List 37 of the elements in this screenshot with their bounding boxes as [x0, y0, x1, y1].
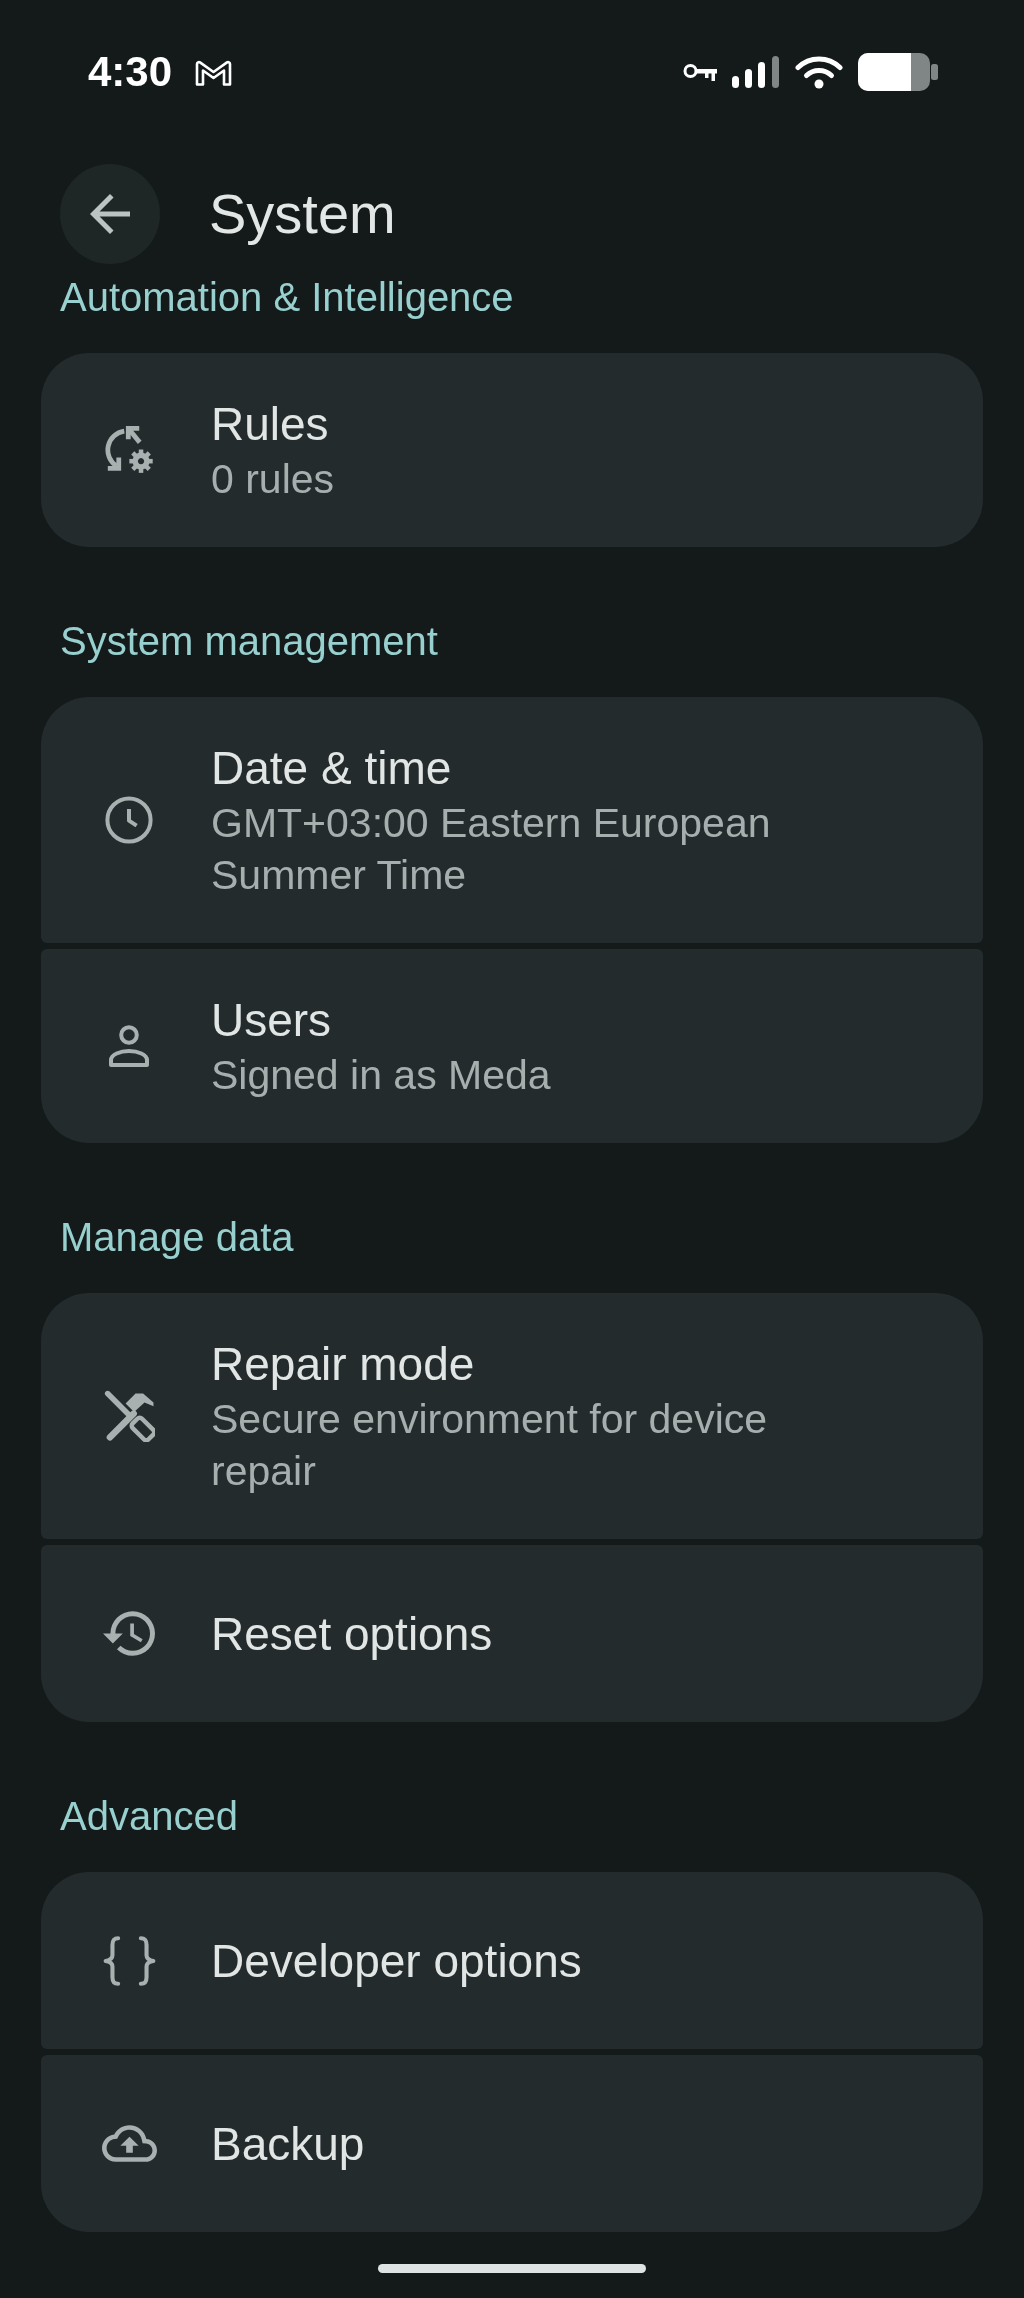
item-title: Date & time [211, 741, 453, 796]
section-header: System management [60, 618, 439, 665]
status-time: 4:30 [88, 51, 173, 93]
battery-icon [858, 53, 938, 91]
hammer-screwdriver-icon [103, 1390, 155, 1442]
key-icon [683, 63, 717, 81]
settings-item[interactable]: Developer options [41, 1872, 983, 2049]
item-subtitle: 0 rules [211, 455, 335, 504]
section-header: Advanced [60, 1793, 239, 1840]
settings-item[interactable]: Repair mode Secure environment for device repair [41, 1293, 983, 1539]
settings-item[interactable]: Rules 0 rules [41, 353, 983, 547]
arrow-left-icon [90, 194, 130, 234]
item-title: Developer options [211, 1933, 582, 1989]
section-header: Automation & Intelligence [60, 274, 515, 321]
person-icon [109, 1025, 149, 1067]
arrows-gear-icon [105, 425, 153, 475]
item-subtitle: Signed in as Meda [211, 1051, 551, 1100]
history-clock-icon [103, 1611, 155, 1656]
item-title: Backup [211, 2116, 365, 2172]
item-title: Rules [211, 397, 330, 452]
settings-item[interactable]: Date & time GMT+03:00 Eastern European Summer Time [41, 697, 983, 943]
curly-braces-icon [101, 1935, 157, 1986]
settings-item[interactable]: Reset options [41, 1545, 983, 1722]
wifi-icon [795, 55, 843, 89]
clock-icon [105, 796, 153, 844]
settings-item[interactable]: Backup [41, 2055, 983, 2232]
item-subtitle: Secure environment for device repair [211, 1395, 769, 1496]
m-logo-icon [195, 58, 233, 86]
item-subtitle: GMT+03:00 Eastern European Summer Time [211, 799, 772, 900]
item-title: Reset options [211, 1606, 493, 1662]
cloud-upload-icon [101, 2125, 157, 2162]
settings-item[interactable]: Users Signed in as Meda [41, 949, 983, 1143]
section-header: Manage data [60, 1214, 295, 1261]
signal-icon [732, 56, 780, 88]
item-title: Repair mode [211, 1337, 476, 1392]
page-title: System [209, 181, 396, 247]
item-title: Users [211, 993, 333, 1048]
